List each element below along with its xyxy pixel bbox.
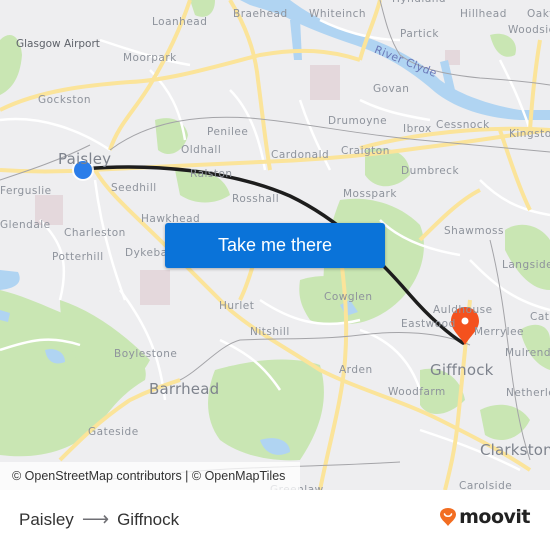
place-label: Partick [400,28,439,40]
place-label: Dumbreck [401,165,460,177]
place-label: Ralston [190,168,233,180]
place-label: Woodfarm [388,386,446,398]
place-label: Barrhead [149,380,220,398]
arrow-right-icon: ⟶ [81,509,110,530]
footer: Paisley ⟶ Giffnock moovit [0,490,550,550]
place-label: Braehead [233,8,288,20]
moovit-pin-icon [440,508,457,526]
place-label: Shawmoss [444,225,504,237]
place-label: Merrylee [474,326,525,338]
place-label: Penilee [207,126,249,138]
place-label: Hillhead [460,8,507,20]
place-label: Govan [373,83,410,95]
place-label: Glasgow Airport [16,38,100,50]
place-label: Kingston [509,128,550,140]
place-label: Hurlet [219,300,255,312]
place-label: Craigton [341,145,390,157]
place-label: Mulrend [505,347,550,359]
place-label: Boylestone [114,348,178,360]
place-label: Arden [339,364,373,376]
moovit-logo[interactable]: moovit [439,506,530,528]
place-label: Auldhouse [433,304,493,316]
place-label: Nitshill [250,326,290,338]
place-label: Loanhead [152,16,208,28]
place-label: Glendale [0,219,51,231]
place-label: Oldhall [181,144,222,156]
place-label: Ferguslie [0,185,52,197]
place-label: Cessnock [436,119,490,131]
place-label: Mosspark [343,188,397,200]
place-label: Charleston [64,227,126,239]
place-label: Clarkston [480,441,550,459]
place-label: Moorpark [123,52,177,64]
place-label: Paisley [58,150,112,168]
place-label: Ibrox [403,123,432,135]
map-attribution[interactable]: © OpenStreetMap contributors | © OpenMap… [0,462,300,490]
place-label: Whiteinch [309,8,367,20]
place-label: Eastwood [401,318,456,330]
place-label: Gockston [38,94,92,106]
place-label: Langside [502,259,550,271]
route-title: Paisley ⟶ Giffnock [19,508,179,531]
place-label: Rosshall [232,193,280,205]
moovit-wordmark: moovit [459,506,530,528]
place-label: Carolside [459,480,513,490]
place-label: Potterhill [52,251,104,263]
route-destination: Giffnock [117,509,180,529]
take-me-there-button[interactable]: Take me there [165,223,385,268]
place-label: Netherlee [506,387,550,399]
place-label: Drumoyne [328,115,388,127]
place-label: Cardonald [271,149,330,161]
route-origin: Paisley [19,509,74,529]
place-label: Cathcart [530,311,550,323]
place-label: Seedhill [111,182,157,194]
place-label: Cowglen [324,291,373,303]
place-label: Hyndland [392,0,446,5]
place-label: Oakfield [527,8,550,20]
place-label: Giffnock [430,361,494,379]
place-label: Woodside [508,24,550,36]
place-label: Gateside [88,426,139,438]
